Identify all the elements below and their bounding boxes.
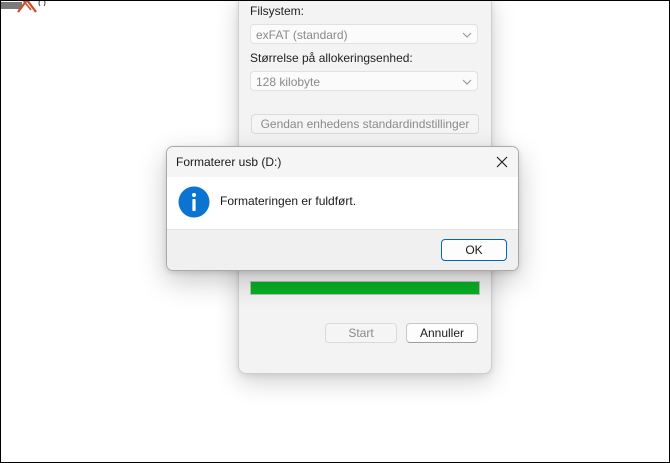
- format-complete-dialog: Formaterer usb (D:) Formateringen er ful…: [166, 146, 519, 271]
- allocation-size-value: 128 kilobyte: [256, 75, 321, 89]
- info-icon: [178, 186, 210, 218]
- dialog-titlebar: Formaterer usb (D:): [167, 147, 518, 177]
- filesystem-value: exFAT (standard): [256, 28, 348, 42]
- filesystem-select: exFAT (standard): [250, 24, 478, 44]
- chevron-down-icon: [462, 32, 472, 38]
- dialog-message: Formateringen er fuldført.: [220, 194, 357, 208]
- ok-button[interactable]: OK: [441, 239, 507, 261]
- allocation-size-select: 128 kilobyte: [250, 71, 478, 91]
- allocation-size-label: Størrelse på allokeringsenhed:: [250, 51, 413, 65]
- format-progress-bar: [250, 281, 480, 295]
- dialog-title: Formaterer usb (D:): [176, 155, 282, 169]
- restore-defaults-button: Gendan enhedens standardindstillinger: [251, 114, 479, 134]
- close-button[interactable]: [486, 147, 518, 177]
- start-button: Start: [325, 323, 397, 343]
- filesystem-label: Filsystem:: [250, 4, 304, 18]
- dialog-body: Formateringen er fuldført.: [167, 177, 518, 229]
- cancel-button[interactable]: Annuller: [406, 323, 478, 343]
- close-icon: [496, 156, 508, 168]
- dialog-footer: OK: [167, 229, 518, 270]
- progress-fill: [251, 282, 479, 294]
- chevron-down-icon: [462, 79, 472, 85]
- desktop-shortcut-icon[interactable]: [0, 0, 48, 16]
